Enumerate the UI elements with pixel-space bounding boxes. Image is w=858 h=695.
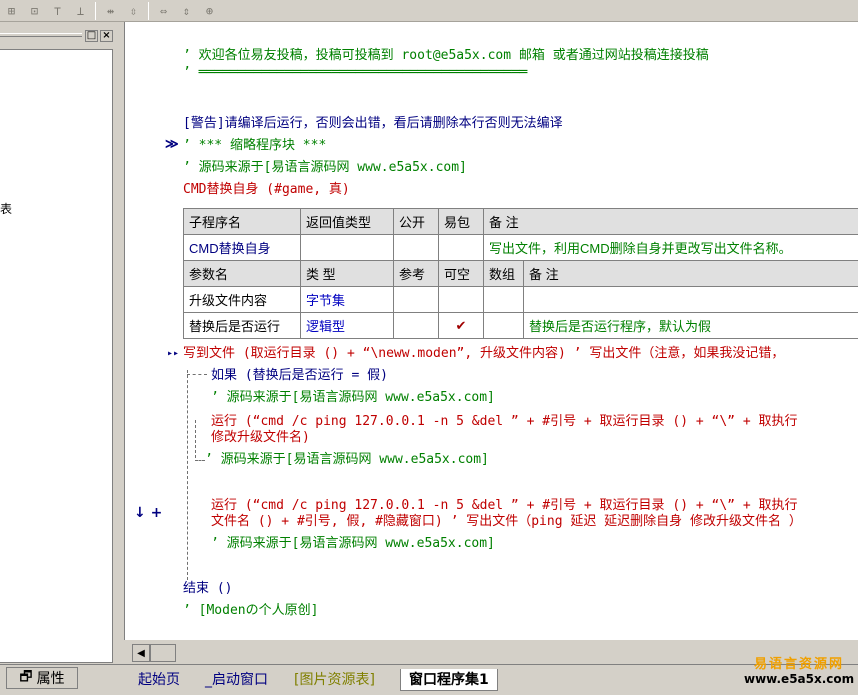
panel-text-fragment: 表 [0, 202, 13, 216]
param-ref[interactable] [393, 312, 439, 339]
param-ref[interactable] [393, 286, 439, 313]
same-height-icon[interactable]: ⇕ [175, 1, 198, 21]
layout-toolbar: ⊞ ⊡ ⊤ ⊥ ⇹ ⇳ ⇔ ⇕ ⊕ [0, 0, 858, 22]
tab-start-page[interactable]: 起始页 [130, 669, 188, 691]
check-icon[interactable]: ✔ [438, 312, 484, 339]
run-line-2a: 运行 (“cmd /c ping 127.0.0.1 -n 5 &del ” +… [211, 498, 798, 513]
param-type[interactable]: 字节集 [300, 286, 394, 313]
param-header-cell: 数组 [483, 260, 524, 287]
scroll-left-icon[interactable]: ◀ [132, 644, 150, 662]
run-comment: ’ 源码来源于[易语言源码网 www.e5a5x.com] [211, 536, 495, 551]
param-header-cell: 可空 [438, 260, 484, 287]
param-note[interactable]: 替换后是否运行程序，默认为假 [523, 312, 858, 339]
param-header-cell: 参数名 [183, 260, 301, 287]
param-array[interactable] [483, 286, 524, 313]
table-header-cell: 备 注 [483, 208, 858, 235]
folded-block[interactable]: ’ *** 缩略程序块 *** [183, 138, 326, 154]
toolbar-separator [148, 1, 149, 20]
tab-bar: 🗗 属性 起始页 _启动窗口 [图片资源表] 窗口程序集1 [0, 664, 858, 695]
tab-image-resources[interactable]: [图片资源表] [286, 669, 383, 691]
table-row: 升级文件内容 字节集 [183, 286, 858, 313]
package-flag[interactable] [438, 234, 484, 261]
if-line: 如果 (替换后是否运行 = 假) [211, 368, 388, 383]
table-header-cell: 易包 [438, 208, 484, 235]
warning-line: [警告]请编译后运行，否则会出错，看后请删除本行否则无法编译 [183, 116, 563, 131]
flow-branch [187, 374, 207, 375]
properties-icon: 🗗 [19, 669, 33, 685]
param-type[interactable]: 逻辑型 [300, 312, 394, 339]
current-line-marker-icon: ▸▸ [167, 348, 180, 359]
header-comment: ’ 欢迎各位易友投稿，投稿可投稿到 root@e5a5x.com 邮箱 或者通过… [183, 48, 709, 63]
subroutine-table: 子程序名 返回值类型 公开 易包 备 注 CMD替换自身 写出文件，利用CMD删… [183, 208, 858, 339]
run-line-1a: 运行 (“cmd /c ping 127.0.0.1 -n 5 &del ” +… [211, 414, 798, 429]
properties-label: 属性 [36, 671, 65, 687]
header-rule: ’ ══════════════════════════════════════… [183, 65, 528, 80]
restore-icon[interactable]: □ [85, 30, 98, 42]
param-nullable[interactable] [438, 286, 484, 313]
table-header-cell: 返回值类型 [300, 208, 394, 235]
param-name[interactable]: 替换后是否运行 [183, 312, 301, 339]
scroll-thumb[interactable] [150, 644, 176, 662]
row-marker-icons[interactable]: ↓ + [134, 505, 162, 521]
param-header-cell: 备 注 [523, 260, 858, 287]
write-file-text: 写到文件 (取运行目录 () + “\neww.moden”, 升级文件内容) … [183, 346, 785, 361]
h-spacing-icon[interactable]: ⇹ [99, 1, 122, 21]
watermark-title: 易语言资源网 [753, 657, 844, 672]
v-spacing-icon[interactable]: ⇳ [122, 1, 145, 21]
code-editor[interactable]: ’ 欢迎各位易友投稿，投稿可投稿到 root@e5a5x.com 邮箱 或者通过… [124, 22, 858, 640]
table-row: 替换后是否运行 逻辑型 ✔ 替换后是否运行程序，默认为假 [183, 312, 858, 339]
panel-grip[interactable] [0, 33, 82, 37]
public-flag[interactable] [393, 234, 439, 261]
same-width-icon[interactable]: ⇔ [152, 1, 175, 21]
footer-comment: ’ [Modenの个人原创] [183, 603, 319, 618]
subroutine-note[interactable]: 写出文件，利用CMD删除自身并更改写出文件名称。 [483, 234, 858, 261]
table-header-row: 子程序名 返回值类型 公开 易包 备 注 [183, 208, 858, 235]
align-left-icon[interactable]: ⊞ [0, 1, 23, 21]
subroutine-name[interactable]: CMD替换自身 [183, 234, 301, 261]
table-header-cell: 公开 [393, 208, 439, 235]
param-header-cell: 类 型 [300, 260, 394, 287]
write-file-line: 写到文件 (取运行目录 () + “\neww.moden”, 升级文件内容) … [183, 346, 784, 362]
flow-branch [195, 460, 205, 461]
table-row: CMD替换自身 写出文件，利用CMD删除自身并更改写出文件名称。 [183, 234, 858, 261]
table-header-cell: 子程序名 [183, 208, 301, 235]
set-call-line: CMD替换自身 (#game, 真) [183, 182, 350, 197]
flow-line [195, 420, 196, 458]
if-comment: ’ 源码来源于[易语言源码网 www.e5a5x.com] [211, 390, 495, 405]
run-line-2b: 文件名 () + #引号, 假, #隐藏窗口) ’ 写出文件（ping 延迟 延… [211, 514, 802, 529]
param-array[interactable] [483, 312, 524, 339]
return-type[interactable] [300, 234, 394, 261]
end-line: 结束 () [183, 581, 233, 596]
align-middle-icon[interactable]: ⊥ [69, 1, 92, 21]
left-panel: □ × 表 [0, 22, 118, 664]
flow-line [187, 370, 188, 580]
run-line-1b: 修改升级文件名) [211, 430, 310, 445]
param-name[interactable]: 升级文件内容 [183, 286, 301, 313]
code-area: ’ 欢迎各位易友投稿，投稿可投稿到 root@e5a5x.com 邮箱 或者通过… [125, 22, 858, 640]
param-header-row: 参数名 类 型 参考 可空 数组 备 注 [183, 260, 858, 287]
same-size-icon[interactable]: ⊕ [198, 1, 221, 21]
watermark: 易语言资源网 www.e5a5x.com [744, 657, 855, 687]
ide-window: ⊞ ⊡ ⊤ ⊥ ⇹ ⇳ ⇔ ⇕ ⊕ □ × 表 ’ 欢迎各位易友投稿，投稿可投稿… [0, 0, 858, 695]
param-note[interactable] [523, 286, 858, 313]
left-panel-body: 表 [0, 49, 113, 663]
else-comment: ’ 源码来源于[易语言源码网 www.e5a5x.com] [205, 452, 489, 467]
close-icon[interactable]: × [100, 30, 113, 42]
left-panel-titlebar: □ × [0, 26, 118, 42]
align-center-icon[interactable]: ⊡ [23, 1, 46, 21]
param-header-cell: 参考 [393, 260, 439, 287]
tab-window-program-set[interactable]: 窗口程序集1 [400, 669, 498, 691]
collapse-marker-icon[interactable]: ≫ [165, 137, 179, 153]
align-top-icon[interactable]: ⊤ [46, 1, 69, 21]
toolbar-separator [95, 1, 96, 20]
tab-startup-window[interactable]: _启动窗口 [197, 669, 276, 691]
properties-button[interactable]: 🗗 属性 [6, 667, 78, 689]
source-comment: ’ 源码来源于[易语言源码网 www.e5a5x.com] [183, 160, 467, 175]
watermark-url: www.e5a5x.com [744, 672, 855, 686]
